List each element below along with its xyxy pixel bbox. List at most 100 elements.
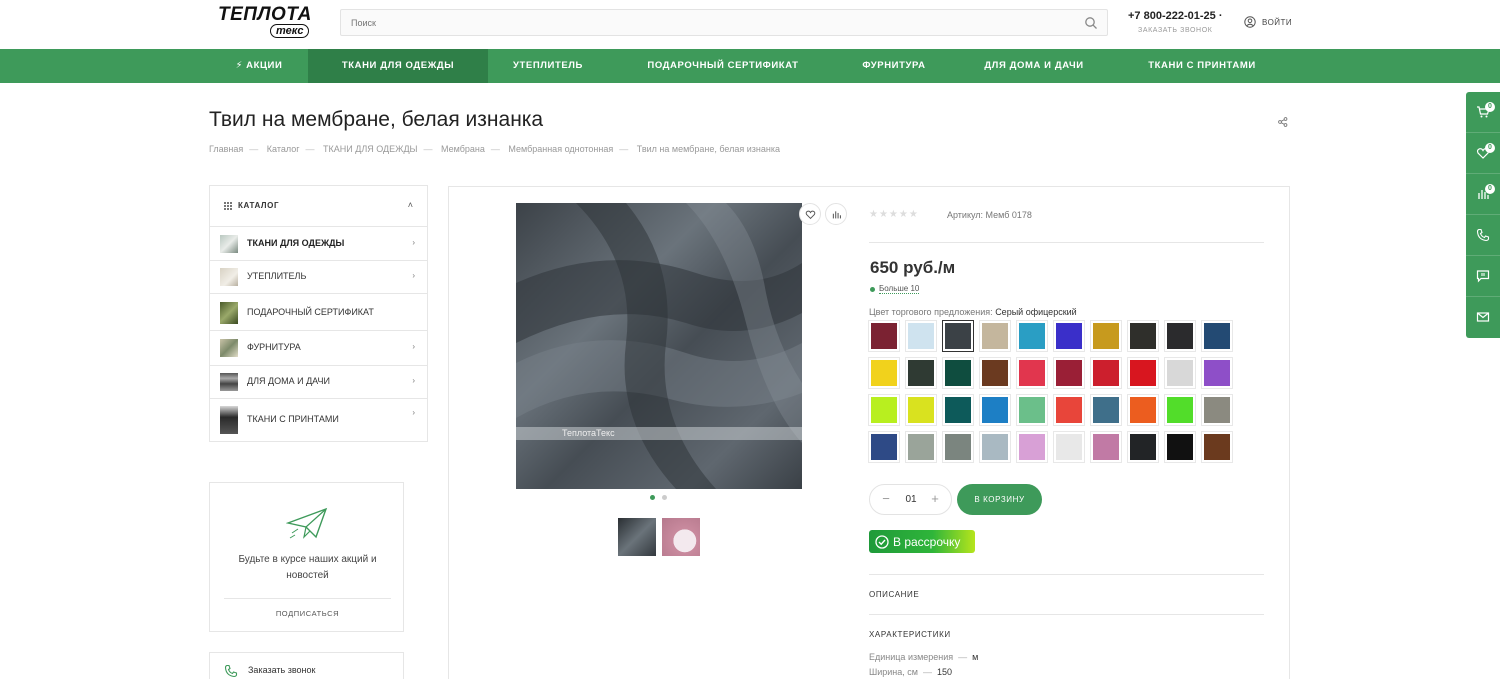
catalog-item-insulation[interactable]: УТЕПЛИТЕЛЬ › (210, 261, 427, 294)
spec-row: Ширина, см —150 (869, 667, 953, 677)
color-swatch[interactable] (1127, 357, 1159, 389)
slider-dot[interactable] (662, 495, 667, 500)
color-swatch[interactable] (1127, 320, 1159, 352)
color-swatch-fill (1019, 434, 1045, 460)
subscribe-button[interactable]: ПОДПИСАТЬСЯ (210, 609, 405, 618)
color-swatch-fill (1167, 360, 1193, 386)
nav-item-accessories[interactable]: ФУРНИТУРА (838, 49, 950, 83)
color-swatch[interactable] (1201, 357, 1233, 389)
color-swatch[interactable] (1053, 394, 1085, 426)
breadcrumb-item[interactable]: Мембранная однотонная (508, 144, 613, 154)
chevron-up-icon[interactable]: ˄ (408, 200, 413, 210)
breadcrumb-item[interactable]: Главная (209, 144, 243, 154)
nav-item-promo[interactable]: ⚡ АКЦИИ (210, 49, 308, 83)
color-swatch[interactable] (1164, 357, 1196, 389)
color-swatch[interactable] (905, 431, 937, 463)
slider-dot-active[interactable] (650, 495, 655, 500)
compare-tool[interactable]: 0 (1466, 174, 1500, 215)
color-swatch[interactable] (979, 394, 1011, 426)
description-tab[interactable]: ОПИСАНИЕ (869, 590, 919, 599)
search-icon[interactable] (1084, 16, 1098, 30)
color-swatch[interactable] (1053, 357, 1085, 389)
color-swatch[interactable] (942, 431, 974, 463)
color-swatch[interactable] (1090, 431, 1122, 463)
color-swatch[interactable] (1053, 431, 1085, 463)
breadcrumb-item[interactable]: Мембрана (441, 144, 485, 154)
color-swatch[interactable] (979, 357, 1011, 389)
product-thumbnail[interactable] (662, 518, 700, 556)
color-swatch[interactable] (1016, 431, 1048, 463)
color-swatch-fill (1093, 434, 1119, 460)
catalog-header[interactable]: КАТАЛОГ ˄ (210, 186, 427, 227)
callback-box[interactable]: Заказать звонок (209, 652, 404, 679)
quantity-value[interactable]: 01 (896, 494, 926, 505)
nav-item-printed-fabrics[interactable]: ТКАНИ С ПРИНТАМИ (1118, 49, 1286, 83)
catalog-item-home-garden[interactable]: ДЛЯ ДОМА И ДАЧИ › (210, 366, 427, 399)
call-tool[interactable] (1466, 215, 1500, 256)
catalog-item-printed-fabrics[interactable]: ТКАНИ С ПРИНТАМИ › (210, 399, 427, 441)
color-swatch-fill (1167, 397, 1193, 423)
color-swatch[interactable] (905, 394, 937, 426)
color-swatch[interactable] (868, 431, 900, 463)
installment-button[interactable]: В рассрочку (869, 530, 975, 553)
share-icon[interactable] (1278, 117, 1288, 127)
color-swatch[interactable] (1090, 394, 1122, 426)
add-to-compare-button[interactable] (825, 203, 847, 225)
color-swatch[interactable] (1127, 394, 1159, 426)
color-swatch[interactable] (1201, 320, 1233, 352)
mail-tool[interactable] (1466, 297, 1500, 338)
color-swatch[interactable] (942, 357, 974, 389)
rating-stars[interactable]: ★★★★★ (869, 209, 919, 220)
color-swatch[interactable] (868, 320, 900, 352)
color-swatch[interactable] (1090, 320, 1122, 352)
color-swatch[interactable] (905, 320, 937, 352)
color-swatch[interactable] (905, 357, 937, 389)
color-swatch[interactable] (1016, 394, 1048, 426)
color-swatch-fill (871, 434, 897, 460)
quantity-increase-button[interactable]: + (927, 491, 943, 506)
color-swatch[interactable] (1164, 320, 1196, 352)
breadcrumb-item[interactable]: ТКАНИ ДЛЯ ОДЕЖДЫ (323, 144, 418, 154)
add-to-cart-button[interactable]: В КОРЗИНУ (957, 484, 1042, 515)
color-swatch-fill (1167, 434, 1193, 460)
phone-number[interactable]: +7 800-222-01-25 · (1128, 10, 1222, 22)
product-photo[interactable]: ТеплотаТекс (516, 203, 802, 489)
search-input[interactable] (351, 15, 1051, 31)
color-swatch[interactable] (1053, 320, 1085, 352)
product-thumbnail[interactable] (618, 518, 656, 556)
nav-item-home-garden[interactable]: ДЛЯ ДОМА И ДАЧИ (950, 49, 1118, 83)
color-swatch[interactable] (1164, 431, 1196, 463)
chat-tool[interactable] (1466, 256, 1500, 297)
cart-tool[interactable]: 0 (1466, 92, 1500, 133)
nav-item-clothing-fabrics[interactable]: ТКАНИ ДЛЯ ОДЕЖДЫ (308, 49, 488, 83)
quantity-decrease-button[interactable]: − (878, 491, 894, 506)
phone-icon (1476, 228, 1490, 242)
callback-link[interactable]: ЗАКАЗАТЬ ЗВОНОК (1138, 27, 1212, 34)
catalog-item-accessories[interactable]: ФУРНИТУРА › (210, 331, 427, 366)
color-swatch[interactable] (1127, 431, 1159, 463)
login-button[interactable]: ВОЙТИ (1244, 16, 1292, 28)
catalog-item-label: ТКАНИ С ПРИНТАМИ (247, 414, 339, 424)
color-swatch[interactable] (868, 357, 900, 389)
characteristics-tab[interactable]: ХАРАКТЕРИСТИКИ (869, 630, 951, 639)
catalog-item-gift-certificate[interactable]: ПОДАРОЧНЫЙ СЕРТИФИКАТ (210, 294, 427, 331)
breadcrumb-item[interactable]: Каталог (267, 144, 300, 154)
site-logo[interactable]: ТЕПЛОТА текс (218, 5, 311, 41)
color-swatch[interactable] (942, 394, 974, 426)
color-swatch[interactable] (868, 394, 900, 426)
color-swatch[interactable] (942, 320, 974, 352)
color-swatch[interactable] (979, 431, 1011, 463)
color-swatch[interactable] (1201, 394, 1233, 426)
favorites-tool[interactable]: 0 (1466, 133, 1500, 174)
color-swatch[interactable] (1016, 357, 1048, 389)
nav-item-insulation[interactable]: УТЕПЛИТЕЛЬ (488, 49, 608, 83)
color-swatch[interactable] (1016, 320, 1048, 352)
color-swatch[interactable] (979, 320, 1011, 352)
chevron-right-icon: › (412, 238, 415, 247)
add-to-favorites-button[interactable] (799, 203, 821, 225)
color-swatch[interactable] (1164, 394, 1196, 426)
color-swatch[interactable] (1090, 357, 1122, 389)
catalog-item-clothing-fabrics[interactable]: ТКАНИ ДЛЯ ОДЕЖДЫ › (210, 227, 427, 261)
color-swatch[interactable] (1201, 431, 1233, 463)
nav-item-gift-certificate[interactable]: ПОДАРОЧНЫЙ СЕРТИФИКАТ (608, 49, 838, 83)
